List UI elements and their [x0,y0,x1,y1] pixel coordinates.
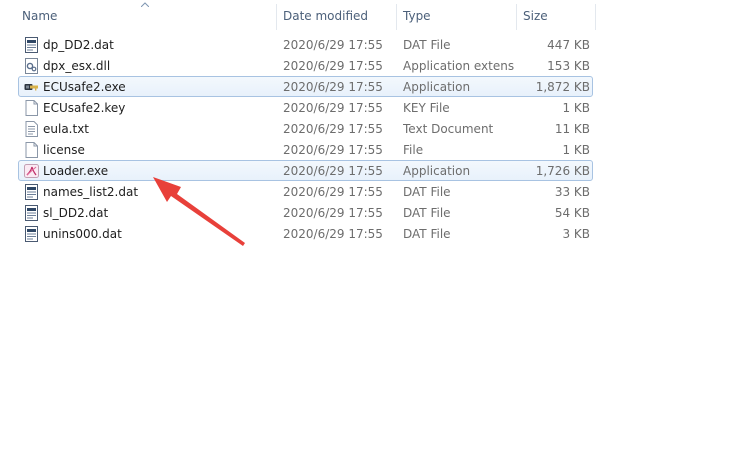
blank-file-icon [24,100,39,116]
file-size: 1,726 KB [535,164,590,178]
key-app-icon [24,79,39,95]
file-size: 1 KB [562,143,590,157]
file-name: dpx_esx.dll [43,59,111,73]
dat-file-icon [24,184,39,200]
file-type: Application extens... [403,59,515,73]
file-date-modified: 2020/6/29 17:55 [283,185,383,199]
file-size: 1,872 KB [535,80,590,94]
text-file-icon [24,121,39,137]
file-row[interactable]: dpx_esx.dll 2020/6/29 17:55 Application … [18,55,593,76]
dat-file-icon [24,226,39,242]
file-size: 3 KB [562,227,590,241]
file-date-modified: 2020/6/29 17:55 [283,101,383,115]
column-size[interactable]: Size [517,0,595,30]
file-date-modified: 2020/6/29 17:55 [283,59,383,73]
file-row[interactable]: names_list2.dat 2020/6/29 17:55 DAT File… [18,181,593,202]
loader-app-icon [24,163,39,179]
file-size: 447 KB [547,38,590,52]
column-divider[interactable] [595,4,596,30]
file-size: 33 KB [554,185,590,199]
file-name: ECUsafe2.key [43,101,126,115]
file-name: Loader.exe [43,164,109,178]
file-row[interactable]: ECUsafe2.exe 2020/6/29 17:55 Application… [18,76,593,97]
file-name: eula.txt [43,122,90,136]
column-header: Name Date modified Type Size [0,0,746,30]
file-date-modified: 2020/6/29 17:55 [283,206,383,220]
file-size: 54 KB [554,206,590,220]
column-type[interactable]: Type [397,0,515,30]
file-size: 1 KB [562,101,590,115]
file-type: KEY File [403,101,450,115]
file-type: Text Document [403,122,494,136]
column-date-modified[interactable]: Date modified [277,0,397,30]
dat-file-icon [24,205,39,221]
file-name: sl_DD2.dat [43,206,109,220]
file-row[interactable]: eula.txt 2020/6/29 17:55 Text Document 1… [18,118,593,139]
file-date-modified: 2020/6/29 17:55 [283,80,383,94]
file-date-modified: 2020/6/29 17:55 [283,227,383,241]
blank-file-icon [24,142,39,158]
file-type: Application [403,80,471,94]
file-row[interactable]: Loader.exe 2020/6/29 17:55 Application 1… [18,160,593,181]
file-size: 11 KB [554,122,590,136]
file-date-modified: 2020/6/29 17:55 [283,122,383,136]
file-date-modified: 2020/6/29 17:55 [283,164,383,178]
file-name: names_list2.dat [43,185,139,199]
file-type: Application [403,164,471,178]
file-row[interactable]: unins000.dat 2020/6/29 17:55 DAT File 3 … [18,223,593,244]
file-row[interactable]: dp_DD2.dat 2020/6/29 17:55 DAT File 447 … [18,34,593,55]
file-name: dp_DD2.dat [43,38,114,52]
file-name: ECUsafe2.exe [43,80,126,94]
file-type: DAT File [403,38,451,52]
file-name: unins000.dat [43,227,122,241]
file-date-modified: 2020/6/29 17:55 [283,38,383,52]
file-row[interactable]: sl_DD2.dat 2020/6/29 17:55 DAT File 54 K… [18,202,593,223]
dll-file-icon [24,58,39,74]
file-row[interactable]: license 2020/6/29 17:55 File 1 KB [18,139,593,160]
file-type: File [403,143,424,157]
file-row[interactable]: ECUsafe2.key 2020/6/29 17:55 KEY File 1 … [18,97,593,118]
column-name[interactable]: Name [16,0,276,30]
dat-file-icon [24,37,39,53]
file-size: 153 KB [547,59,590,73]
file-type: DAT File [403,206,451,220]
file-date-modified: 2020/6/29 17:55 [283,143,383,157]
file-type: DAT File [403,227,451,241]
file-name: license [43,143,85,157]
file-type: DAT File [403,185,451,199]
file-explorer: Name Date modified Type Size dp_DD2.dat … [0,0,746,476]
